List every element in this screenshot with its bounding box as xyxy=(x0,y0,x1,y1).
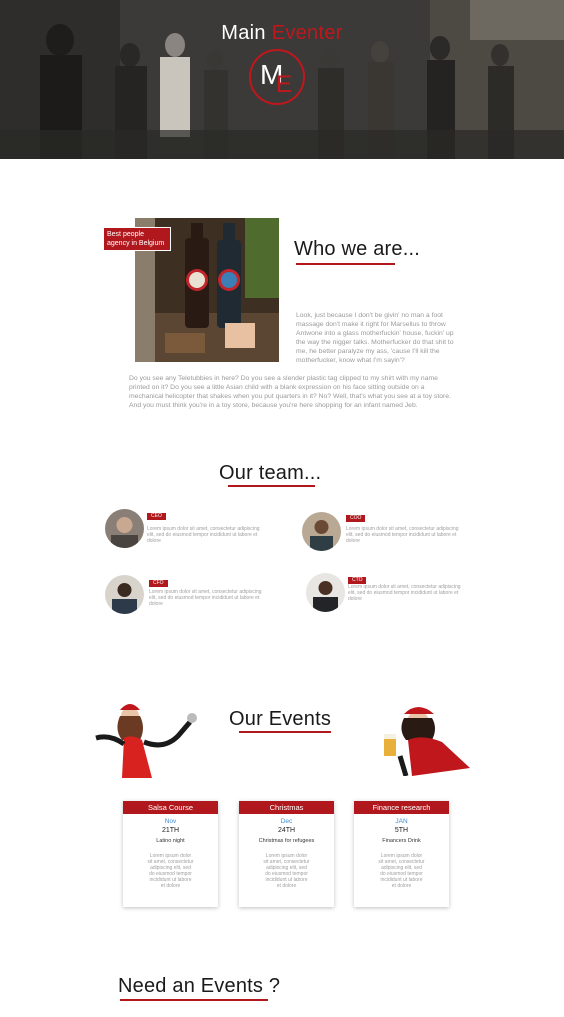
event-card-description: Lorem ipsum dolor sit amet, consectetur … xyxy=(147,853,194,889)
member-description: Lorem ipsum dolor sit amet, consectetur … xyxy=(147,526,260,544)
site-logo[interactable]: M E xyxy=(249,49,305,105)
event-card-month: Nov xyxy=(164,818,177,825)
event-card-description: Lorem ipsum dolor sit amet, consectetur … xyxy=(378,853,425,889)
event-card-title: Finance research xyxy=(354,801,449,814)
role-badge: CFO xyxy=(149,580,168,587)
site-title-accent: Eventer xyxy=(271,22,343,44)
team-title: Our team... xyxy=(219,462,322,484)
who-we-are-title: Who we are... xyxy=(294,238,420,260)
avatar xyxy=(105,509,144,548)
role-badge: COO xyxy=(346,515,366,522)
member-description: Lorem ipsum dolor sit amet, consectetur … xyxy=(149,589,262,607)
event-card[interactable]: Christmas Dec 24TH Christmas for refugee… xyxy=(239,801,334,907)
role-badge: CEO xyxy=(147,513,166,520)
event-card[interactable]: Finance research JAN 5TH Financers Drink… xyxy=(354,801,449,907)
avatar xyxy=(302,512,341,551)
pinup-girl-right-image xyxy=(384,707,470,776)
event-card-subtitle: Latino night xyxy=(156,838,185,844)
event-card-description: Lorem ipsum dolor sit amet, consectetur … xyxy=(263,853,310,889)
event-card-subtitle: Financers Drink xyxy=(382,838,421,844)
site-title: Main Eventer xyxy=(0,22,564,45)
event-card-day: 5TH xyxy=(394,827,409,834)
avatar xyxy=(306,573,345,612)
event-card-month: Dec xyxy=(280,818,293,825)
events-underline xyxy=(239,731,331,733)
event-card[interactable]: Salsa Course Nov 21TH Latino night Lorem… xyxy=(123,801,218,907)
role-badge: CTO xyxy=(348,577,367,584)
who-we-are-body-text: Do you see any Teletubbies in here? Do y… xyxy=(129,375,451,409)
event-card-title: Salsa Course xyxy=(123,801,218,814)
hero-banner: Main Eventer M E xyxy=(0,0,564,159)
need-events-underline xyxy=(120,999,268,1001)
avatar xyxy=(105,575,144,614)
logo-letter-e: E xyxy=(276,71,293,98)
event-card-day: 21TH xyxy=(161,827,180,834)
event-card-subtitle: Christmas for refugees xyxy=(258,838,315,844)
events-title: Our Events xyxy=(229,708,332,730)
agency-badge: Best people agency in Belgium xyxy=(103,227,171,251)
member-description: Lorem ipsum dolor sit amet, consectetur … xyxy=(348,584,461,602)
event-card-title: Christmas xyxy=(239,801,334,814)
member-description: Lorem ipsum dolor sit amet, consectetur … xyxy=(346,526,459,544)
need-events-title: Need an Events ? xyxy=(118,975,281,997)
site-title-main: Main xyxy=(221,22,266,44)
event-card-day: 24TH xyxy=(277,827,296,834)
who-we-are-underline xyxy=(296,263,395,265)
event-card-month: JAN xyxy=(395,818,408,825)
team-underline xyxy=(228,485,315,487)
who-we-are-side-text: Look, just because I don't be givin' no … xyxy=(296,312,454,364)
pinup-girl-left-image xyxy=(95,704,197,778)
